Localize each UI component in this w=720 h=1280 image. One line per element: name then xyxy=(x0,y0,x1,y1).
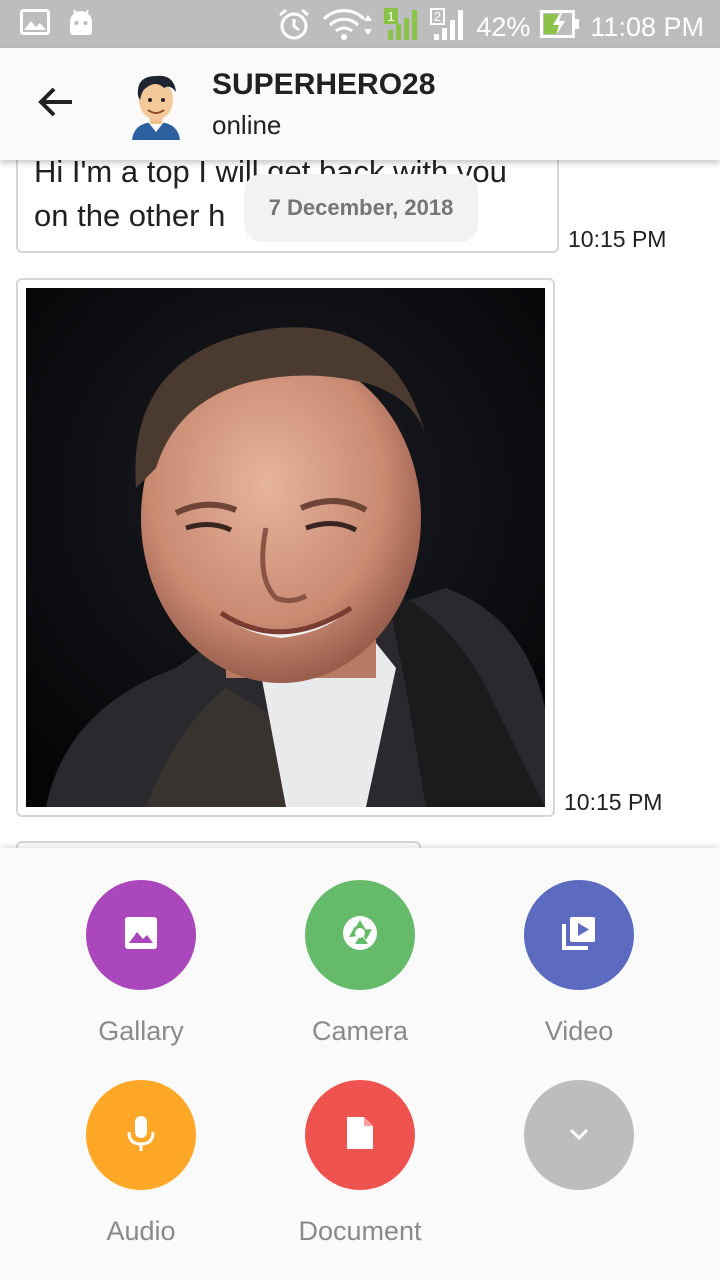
camera-label: Camera xyxy=(311,1016,409,1046)
audio-option[interactable]: Audio xyxy=(51,1080,231,1270)
collapse-option[interactable] xyxy=(489,1080,669,1270)
image-icon xyxy=(123,915,159,955)
attachment-sheet: Gallary Camera Video Audio Document xyxy=(0,848,720,1280)
video-option[interactable]: Video xyxy=(489,880,669,1070)
message-time: 10:15 PM xyxy=(564,789,663,815)
android-icon xyxy=(68,8,94,40)
video-button[interactable] xyxy=(524,880,634,990)
chat-screen: 1 2 42% 11:08 PM SUPERHERO28 online Hi I… xyxy=(0,0,720,1280)
camera-button[interactable] xyxy=(305,880,415,990)
microphone-icon xyxy=(126,1114,156,1156)
back-button[interactable] xyxy=(24,72,88,136)
document-button[interactable] xyxy=(305,1080,415,1190)
gallery-notification-icon xyxy=(20,9,50,39)
photo-image[interactable] xyxy=(26,288,545,807)
video-library-icon xyxy=(561,915,597,955)
gallery-option[interactable]: Gallary xyxy=(51,880,231,1070)
svg-text:1: 1 xyxy=(388,9,395,24)
alarm-icon xyxy=(276,6,312,49)
back-arrow-icon xyxy=(38,86,74,122)
document-label: Document xyxy=(298,1216,422,1246)
status-time: 11:08 PM xyxy=(590,12,704,42)
message-list[interactable]: Hi I'm a top I will get back with you on… xyxy=(0,160,720,850)
avatar[interactable] xyxy=(124,70,188,140)
camera-option[interactable]: Camera xyxy=(270,880,450,1070)
chevron-down-icon xyxy=(568,1126,590,1145)
audio-button[interactable] xyxy=(86,1080,196,1190)
battery-percent: 42% xyxy=(476,12,531,42)
gallery-button[interactable] xyxy=(86,880,196,990)
chat-header: SUPERHERO28 online xyxy=(0,48,720,160)
svg-text:2: 2 xyxy=(434,9,441,24)
audio-label: Audio xyxy=(106,1216,176,1246)
signal-sim2-icon: 2 xyxy=(430,6,466,49)
collapse-button[interactable] xyxy=(524,1080,634,1190)
wifi-icon xyxy=(322,7,374,48)
battery-charging-icon xyxy=(540,10,580,45)
gallery-label: Gallary xyxy=(98,1016,184,1046)
message-time: 10:15 PM xyxy=(568,226,667,252)
contact-name: SUPERHERO28 xyxy=(212,68,436,101)
document-icon xyxy=(345,1115,375,1155)
status-bar: 1 2 42% 11:08 PM xyxy=(0,0,720,48)
date-chip: 7 December, 2018 xyxy=(244,174,478,242)
message-bubble-image[interactable] xyxy=(16,278,555,817)
contact-status: online xyxy=(212,110,282,140)
video-label: Video xyxy=(544,1016,614,1046)
document-option[interactable]: Document xyxy=(270,1080,450,1270)
camera-shutter-icon xyxy=(341,914,379,956)
signal-sim1-icon: 1 xyxy=(384,6,420,49)
